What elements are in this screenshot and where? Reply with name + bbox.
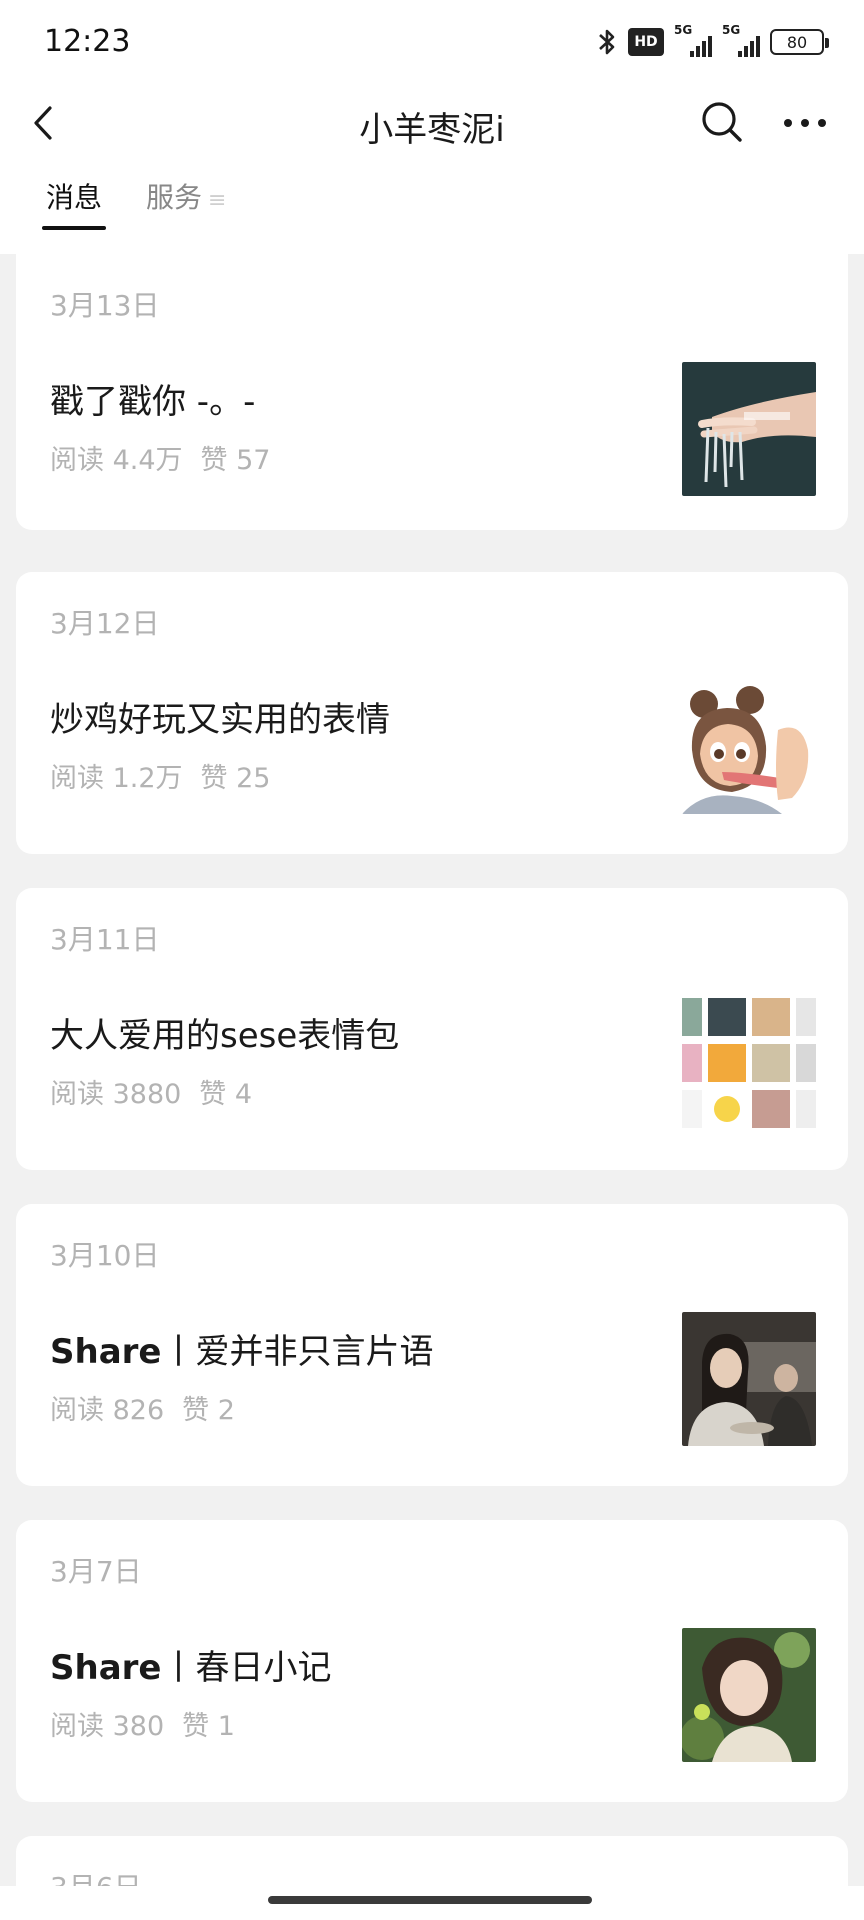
signal-icon: 5G (674, 23, 712, 57)
article-stats: 阅读 826 赞 2 (50, 1388, 235, 1427)
tab-label: 服务 (146, 181, 203, 214)
article-thumbnail[interactable] (682, 996, 816, 1130)
tab-bar: 消息 服务 ≡ (0, 162, 864, 254)
more-icon[interactable] (782, 110, 828, 136)
like-count: 赞 1 (182, 1711, 235, 1742)
tab-label: 消息 (46, 181, 103, 214)
article-date: 3月12日 (50, 607, 160, 640)
article-title-text: 戳了戳你 -。- (50, 382, 256, 422)
article-title-text: 丨爱并非只言片语 (161, 1332, 434, 1372)
tab-messages[interactable]: 消息 (42, 176, 107, 230)
like-count: 赞 25 (200, 763, 271, 794)
tab-services[interactable]: 服务 ≡ (146, 176, 226, 216)
article-title: 炒鸡好玩又实用的表情 (50, 692, 390, 741)
article-thumbnail[interactable] (682, 362, 816, 496)
read-count: 阅读 1.2万 (50, 763, 183, 794)
network-type-label: 5G (674, 23, 693, 37)
tab-underline (42, 226, 107, 230)
article-thumbnail[interactable] (682, 1312, 816, 1446)
article-title-text: 炒鸡好玩又实用的表情 (50, 700, 390, 740)
article-prefix: Share (50, 1648, 162, 1688)
article-date: 3月7日 (50, 1555, 142, 1588)
article-date: 3月13日 (50, 289, 160, 322)
read-count: 阅读 826 (50, 1395, 165, 1426)
article-card[interactable]: 3月12日 炒鸡好玩又实用的表情 阅读 1.2万赞 25 (16, 572, 848, 854)
read-count: 阅读 380 (50, 1711, 165, 1742)
signal-icon: 5G (722, 23, 760, 57)
read-count: 阅读 3880 (50, 1079, 182, 1110)
menu-icon: ≡ (208, 188, 227, 213)
status-bar: 12:23 HD 5G 5G 80 (0, 0, 864, 84)
article-thumbnail[interactable] (682, 680, 816, 814)
article-date: 3月10日 (50, 1239, 160, 1272)
like-count: 赞 4 (199, 1079, 253, 1110)
article-title: Share丨爱并非只言片语 (50, 1324, 433, 1373)
article-thumbnail[interactable] (682, 1628, 816, 1762)
article-stats: 阅读 3880 赞 4 (50, 1072, 252, 1111)
like-count: 赞 2 (182, 1395, 235, 1426)
app-screen: 12:23 HD 5G 5G 80 小羊枣泥i 消息 服务 ≡ 3月13日 戳了… (0, 0, 864, 1920)
network-type-label: 5G (722, 23, 741, 37)
article-stats: 阅读 4.4万赞 57 (50, 438, 270, 477)
battery-icon: 80 (770, 29, 829, 55)
like-count: 赞 57 (200, 445, 271, 476)
article-stats: 阅读 380 赞 1 (50, 1704, 235, 1743)
article-title-text: 大人爱用的sese表情包 (50, 1016, 400, 1056)
article-card[interactable]: 3月10日 Share丨爱并非只言片语 阅读 826 赞 2 (16, 1204, 848, 1486)
article-card[interactable]: 3月11日 大人爱用的sese表情包 阅读 3880 赞 4 (16, 888, 848, 1170)
read-count: 阅读 4.4万 (50, 445, 183, 476)
status-icons: HD 5G 5G 80 (596, 23, 829, 58)
article-title-text: 丨春日小记 (161, 1648, 332, 1688)
search-icon[interactable] (700, 100, 744, 144)
article-date: 3月11日 (50, 923, 160, 956)
hd-icon: HD (628, 28, 664, 56)
bluetooth-icon (599, 29, 615, 55)
home-indicator[interactable] (268, 1896, 592, 1904)
status-time: 12:23 (44, 24, 131, 59)
article-card[interactable]: 3月7日 Share丨春日小记 阅读 380 赞 1 (16, 1520, 848, 1802)
article-title: Share丨春日小记 (50, 1640, 331, 1689)
article-prefix: Share (50, 1332, 162, 1372)
article-stats: 阅读 1.2万赞 25 (50, 756, 270, 795)
article-title: 大人爱用的sese表情包 (50, 1008, 399, 1057)
nav-bar: 小羊枣泥i (0, 84, 864, 162)
article-card[interactable]: 3月13日 戳了戳你 -。- 阅读 4.4万赞 57 (16, 254, 848, 530)
article-title: 戳了戳你 -。- (50, 374, 255, 423)
